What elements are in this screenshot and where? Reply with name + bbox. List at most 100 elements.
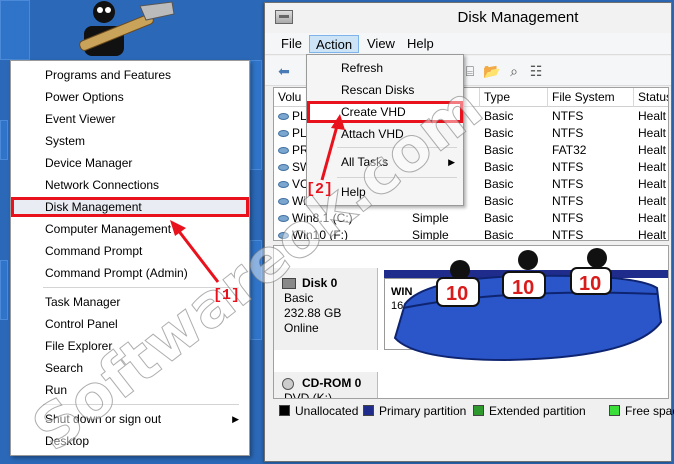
cell-text: Healt <box>638 126 667 140</box>
cell-text: PL <box>292 126 307 140</box>
legend-label: Unallocated <box>295 404 359 418</box>
column-status[interactable]: Status <box>634 88 668 107</box>
cell-layout: Simple <box>408 210 449 227</box>
cell-status: Healt <box>634 176 666 193</box>
cell-text: Basic <box>484 126 514 140</box>
legend-swatch <box>363 405 374 416</box>
winx-item-computer-management[interactable]: Computer Management <box>11 219 249 239</box>
menu-help[interactable]: Help <box>401 35 440 53</box>
step2-label: [2] <box>306 181 334 198</box>
cdrom-name: CD-ROM 0 <box>302 376 362 390</box>
action-item-refresh[interactable]: Refresh <box>307 57 463 79</box>
disk0-label[interactable]: Disk 0 Basic 232.88 GB Online <box>274 268 378 350</box>
legend-item: Primary partition <box>363 404 466 418</box>
cell-type: Basic <box>480 176 513 193</box>
winx-item-programs-and-features[interactable]: Programs and Features <box>11 65 249 85</box>
menu-view[interactable]: View <box>361 35 401 53</box>
cell-text: NTFS <box>552 194 584 208</box>
cell-text: Wi <box>292 194 306 208</box>
badge-1: 10 <box>446 283 468 305</box>
volume-icon <box>278 164 289 172</box>
cdrom-drive: DVD (K:) <box>284 391 332 399</box>
menu-file[interactable]: File <box>275 35 308 53</box>
cell-fs: NTFS <box>548 125 583 142</box>
action-item-label: Help <box>341 185 366 199</box>
submenu-arrow-icon: ▶ <box>232 414 239 424</box>
volume-icon <box>278 215 289 223</box>
cell-status: Healt <box>634 125 666 142</box>
volume-icon <box>278 130 289 138</box>
badge-3: 10 <box>579 273 601 295</box>
column-file-system[interactable]: File System <box>548 88 634 107</box>
volume-icon <box>278 181 289 189</box>
cell-layout: Simple <box>408 227 449 241</box>
winx-item-event-viewer[interactable]: Event Viewer <box>11 109 249 129</box>
legend-swatch <box>279 405 290 416</box>
winx-item-search[interactable]: Search <box>11 358 249 378</box>
action-item-label: Rescan Disks <box>341 83 415 97</box>
cell-text: NTFS <box>552 109 584 123</box>
cell-fs: NTFS <box>548 176 583 193</box>
step1-label: [1] <box>213 287 241 304</box>
winx-item-label: Network Connections <box>45 178 160 192</box>
legend-label: Free space <box>625 404 674 418</box>
desktop-tile <box>0 260 8 320</box>
legend-item: Unallocated <box>279 404 358 418</box>
volume-icon <box>278 232 289 240</box>
title-bar[interactable]: Disk Management <box>265 3 671 33</box>
desktop-tile <box>0 0 30 60</box>
winx-item-system[interactable]: System <box>11 131 249 151</box>
winx-item-desktop[interactable]: Desktop <box>11 431 249 451</box>
menu-separator <box>337 177 457 178</box>
legend-label: Extended partition <box>489 404 586 418</box>
cell-text: Basic <box>484 228 514 241</box>
search-icon[interactable]: ⌕ <box>505 62 523 80</box>
action-item-all-tasks[interactable]: All Tasks ▶ <box>307 151 463 173</box>
cell-text: Basic <box>484 109 514 123</box>
winx-item-run[interactable]: Run <box>11 380 249 400</box>
winx-item-network-connections[interactable]: Network Connections <box>11 175 249 195</box>
cell-type: Basic <box>480 108 513 125</box>
cell-text: Healt <box>638 228 667 241</box>
badge-2: 10 <box>512 277 534 299</box>
table-row[interactable]: Win10 (F:) Simple Basic NTFS Healt <box>274 227 668 241</box>
cell-text: Healt <box>638 143 667 157</box>
action-item-label: Refresh <box>341 61 384 75</box>
cell-text: Win10 (F:) <box>292 228 349 241</box>
view-list-icon[interactable]: ☷ <box>527 62 545 80</box>
winx-item-file-explorer[interactable]: File Explorer <box>11 336 249 356</box>
action-item-attach-vhd[interactable]: Attach VHD <box>307 123 463 145</box>
winx-item-control-panel[interactable]: Control Panel <box>11 314 249 334</box>
table-row[interactable]: Win8.1 (C:) Simple Basic NTFS Healt <box>274 210 668 227</box>
winx-item-shut-down-or-sign-out[interactable]: Shut down or sign out ▶ <box>11 409 249 429</box>
menu-action[interactable]: Action <box>309 35 360 53</box>
cell-text: Healt <box>638 177 667 191</box>
winx-item-label: Disk Management <box>45 200 142 214</box>
cell-text: Simple <box>412 228 449 241</box>
winx-item-command-prompt-admin[interactable]: Command Prompt (Admin) <box>11 263 249 283</box>
cell-text: NTFS <box>552 211 584 225</box>
volume-icon <box>278 147 289 155</box>
menu-separator <box>43 287 239 288</box>
legend-item: Extended partition <box>473 404 586 418</box>
cell-text: Healt <box>638 194 667 208</box>
winx-item-label: Task Manager <box>45 295 121 309</box>
cdrom-label[interactable]: CD-ROM 0 DVD (K:) <box>274 372 378 399</box>
winx-item-command-prompt[interactable]: Command Prompt <box>11 241 249 261</box>
winx-item-device-manager[interactable]: Device Manager <box>11 153 249 173</box>
cell-volume: VC <box>274 176 309 193</box>
cell-fs: NTFS <box>548 193 583 210</box>
winx-item-power-options[interactable]: Power Options <box>11 87 249 107</box>
winx-item-label: Search <box>45 361 84 375</box>
back-icon[interactable]: ⬅ <box>275 62 293 80</box>
open-folder-icon[interactable]: 📂 <box>483 62 501 80</box>
column-type[interactable]: Type <box>480 88 548 107</box>
cell-type: Basic <box>480 193 513 210</box>
action-item-create-vhd[interactable]: Create VHD <box>307 101 463 123</box>
winx-item-label: File Explorer <box>45 339 113 353</box>
winx-item-label: Control Panel <box>45 317 118 331</box>
winx-item-disk-management[interactable]: Disk Management <box>11 197 249 217</box>
winx-item-label: Command Prompt <box>45 244 143 258</box>
action-item-rescan-disks[interactable]: Rescan Disks <box>307 79 463 101</box>
cell-text: Win8.1 (C:) <box>292 211 353 225</box>
